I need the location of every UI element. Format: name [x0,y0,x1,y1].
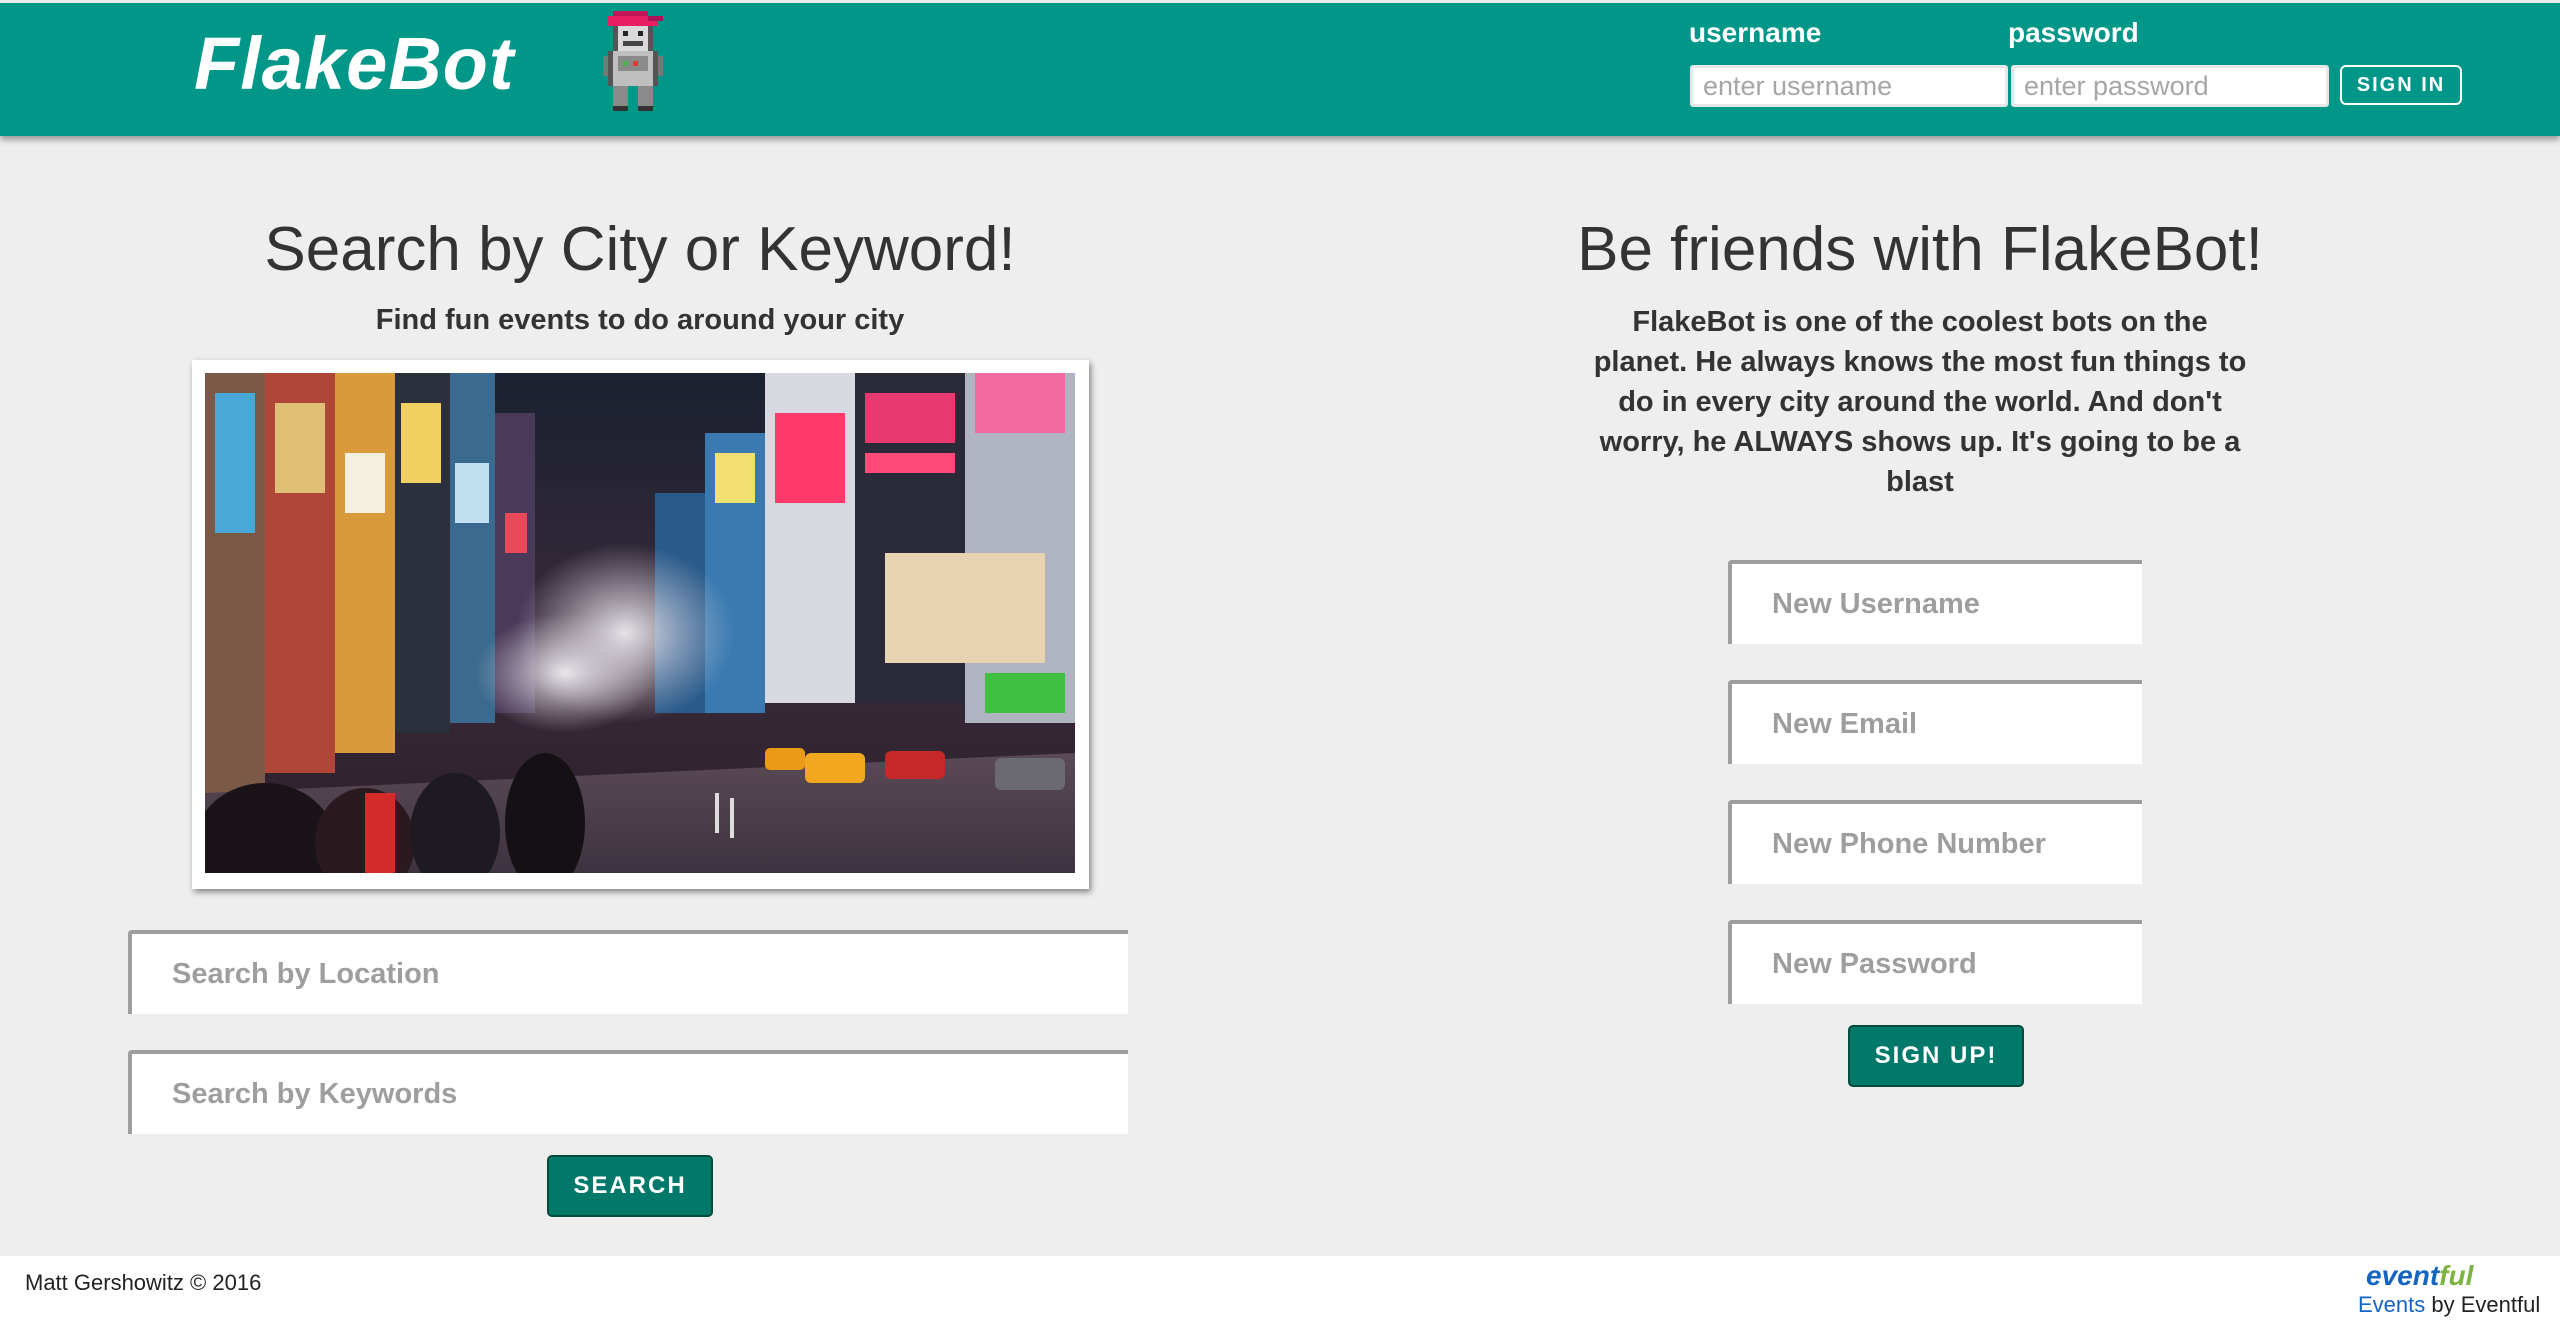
page: FlakeBot username password enter usernam… [0,0,2560,1322]
eventful-events-link[interactable]: Events [2358,1292,2425,1317]
signup-description: FlakeBot is one of the coolest bots on t… [1593,306,2247,498]
search-title: Search by City or Keyword! [264,215,1016,284]
city-photo-frame [192,360,1089,889]
search-button[interactable]: SEARCH [547,1155,713,1217]
search-subtitle: Find fun events to do around your city [375,304,905,336]
search-location-input[interactable] [128,930,1128,1014]
password-input[interactable] [2011,65,2329,107]
top-navbar: FlakeBot username password enter usernam… [0,3,2560,136]
new-phone-input[interactable] [1728,800,2142,884]
footer: Matt Gershowitz © 2016 eventful Events b… [0,1256,2560,1322]
new-password-input[interactable] [1728,920,2142,1004]
eventful-logo-accent: ful [2439,1260,2474,1291]
eventful-logo-main: event [2366,1260,2440,1291]
signup-title: Be friends with FlakeBot! [1577,215,2263,284]
sign-in-button[interactable]: SIGN IN [2340,65,2462,105]
eventful-logo[interactable]: eventful [2366,1260,2473,1292]
username-label: username [1689,17,1822,48]
eventful-credit-suffix: by Eventful [2425,1292,2541,1317]
eventful-credit: Events by Eventful [2358,1292,2540,1318]
username-input[interactable] [1690,65,2008,107]
search-keywords-input[interactable] [128,1050,1128,1134]
copyright-text: Matt Gershowitz © 2016 [25,1270,262,1295]
new-email-input[interactable] [1728,680,2142,764]
password-label: password [2008,17,2139,48]
sign-up-button[interactable]: SIGN UP! [1848,1025,2024,1087]
new-username-input[interactable] [1728,560,2142,644]
times-square-night-photo [205,373,1075,873]
pixel-robot-icon [603,11,663,111]
flakebot-logo[interactable]: FlakeBot [194,21,515,106]
